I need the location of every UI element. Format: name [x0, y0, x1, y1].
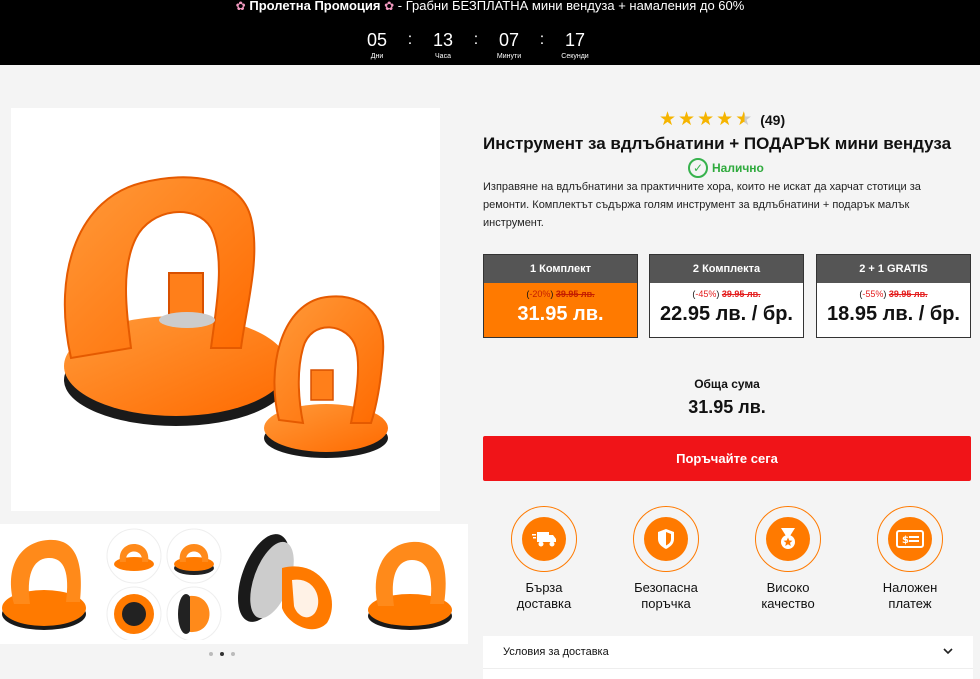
delivery-truck-icon: [522, 517, 566, 561]
accordion-divider: [483, 668, 973, 679]
countdown-separator: :: [407, 31, 413, 48]
star-icon: ★: [659, 109, 677, 130]
thumbnail-strip: [0, 524, 468, 644]
medal-icon: [766, 517, 810, 561]
countdown-seconds: 17 Секунди: [561, 30, 589, 60]
gallery-dot[interactable]: [231, 652, 235, 656]
star-icon: ★: [678, 109, 696, 130]
bundle-price: 31.95 лв.: [517, 303, 604, 325]
gallery-dots: [209, 652, 235, 656]
half-star-icon: ★: [735, 109, 753, 130]
flower-icon: ✿: [235, 0, 246, 13]
shield-icon: [644, 517, 688, 561]
bundle-price: 22.95 лв. / бр.: [660, 303, 793, 325]
chevron-down-icon: [943, 646, 953, 658]
flower-icon: ✿: [384, 0, 395, 13]
feature-fast-delivery: Бърза доставка: [489, 506, 599, 612]
rating-count[interactable]: (49): [760, 112, 785, 128]
thumbnail-2[interactable]: [106, 528, 224, 645]
star-icon: ★: [697, 109, 715, 130]
thumbnail-1[interactable]: [0, 532, 92, 641]
countdown-hours: 13 Часа: [432, 30, 454, 60]
countdown-minutes: 07 Минути: [496, 30, 522, 60]
accordion-label: Условия за доставка: [503, 646, 609, 658]
total-label: Обща сума: [694, 377, 760, 391]
stock-status: ✓ Налично: [688, 158, 764, 178]
promo-bold: Пролетна Промоция: [249, 0, 381, 13]
countdown-timer: 05 Дни : 13 Часа : 07 Минути : 17 Секунд…: [349, 31, 603, 61]
check-icon: ✓: [688, 158, 708, 178]
cash-icon: $: [888, 517, 932, 561]
svg-text:$: $: [902, 535, 909, 546]
product-title: Инструмент за вдлъбнатини + ПОДАРЪК мини…: [483, 134, 952, 153]
bundle-option-2[interactable]: 2 Комплекта (-45%) 39.95 лв. 22.95 лв. /…: [649, 254, 804, 338]
rating: ★ ★ ★ ★ ★ (49): [659, 110, 785, 130]
feature-safe-order: Безопасна поръчка: [611, 506, 721, 612]
feature-high-quality: Високо качество: [733, 506, 843, 612]
product-description: Изправяне на вдлъбнатини за практичните …: [483, 181, 921, 229]
promo-message: - Грабни БЕЗПЛАТНА мини вендуза + намале…: [394, 0, 745, 13]
bundle-price: 18.95 лв. / бр.: [827, 303, 960, 325]
promo-text: ✿ Пролетна Промоция ✿ - Грабни БЕЗПЛАТНА…: [0, 0, 980, 14]
product-main-image[interactable]: [11, 108, 440, 511]
delivery-terms-accordion[interactable]: Условия за доставка: [483, 636, 973, 668]
countdown-days: 05 Дни: [366, 30, 388, 60]
promo-bar: ✿ Пролетна Промоция ✿ - Грабни БЕЗПЛАТНА…: [0, 0, 980, 65]
gallery-dot[interactable]: [209, 652, 213, 656]
gallery-dot-active[interactable]: [220, 652, 224, 656]
bundle-option-3[interactable]: 2 + 1 GRATIS (-55%) 39.95 лв. 18.95 лв. …: [816, 254, 971, 338]
star-icon: ★: [716, 109, 734, 130]
thumbnail-3[interactable]: [232, 528, 342, 645]
countdown-separator: :: [539, 31, 545, 48]
bundle-option-1[interactable]: 1 Комплект (-20%) 39.95 лв. 31.95 лв.: [483, 254, 638, 338]
total-value: 31.95 лв.: [688, 397, 766, 417]
feature-cash-on-delivery: $ Наложен платеж: [855, 506, 965, 612]
thumbnail-4[interactable]: [360, 532, 460, 641]
order-now-button[interactable]: Поръчайте сега: [483, 436, 971, 481]
countdown-separator: :: [473, 31, 479, 48]
